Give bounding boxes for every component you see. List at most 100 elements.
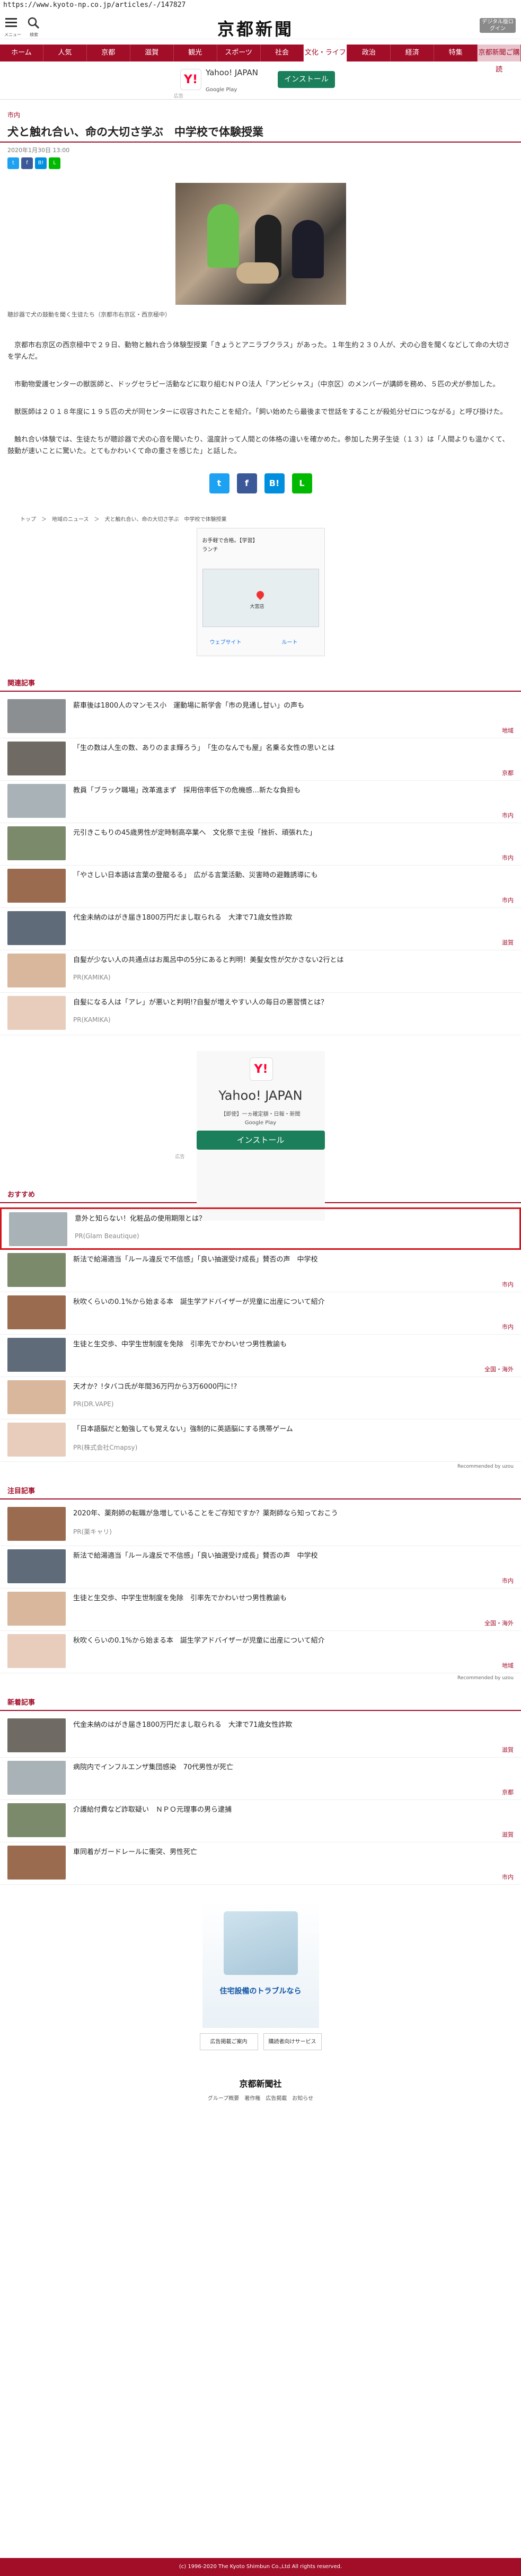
line-icon[interactable]: L <box>49 157 60 169</box>
item-title[interactable]: 自髪が少ない人の共通点はお風呂中の5分にあると判明！美髪女性が欠かさない2行とは <box>73 956 344 965</box>
thumbnail[interactable] <box>7 1423 66 1457</box>
category-label[interactable]: 市内 <box>502 1576 514 1585</box>
hatena-icon[interactable]: B! <box>35 157 47 169</box>
install-button[interactable]: インストール <box>196 1131 325 1150</box>
thumbnail[interactable] <box>7 1507 66 1541</box>
facebook-icon[interactable]: f <box>21 157 33 169</box>
category-label[interactable]: 地域 <box>502 1661 514 1670</box>
category-label[interactable]: 京都 <box>502 1788 514 1796</box>
subscriber-link[interactable]: 購読者向けサービス <box>263 2033 322 2050</box>
search-icon[interactable] <box>28 17 39 29</box>
thumbnail[interactable] <box>9 1212 67 1246</box>
list-item[interactable]: 自髪になる人は「アレ」が悪いと判明!?自髪が増えやすい人の毎日の悪習慣とは？ PR… <box>0 993 521 1035</box>
item-title[interactable]: 2020年、薬剤師の転職が急増していることをご存知ですか？薬剤師なら知っておこう <box>73 1509 338 1519</box>
category-label[interactable]: 市内 <box>502 1322 514 1331</box>
thumbnail[interactable] <box>7 1295 66 1329</box>
thumbnail[interactable] <box>7 1253 66 1287</box>
list-item[interactable]: 代金未納のはがき届き1800万円だまし取られる 大津で71歳女性詐欺滋賀 <box>0 1715 521 1758</box>
thumbnail[interactable] <box>7 784 66 818</box>
thumbnail[interactable] <box>7 869 66 903</box>
item-title[interactable]: 教員「ブラック職場」改革進まず 採用倍率低下の危機感…新たな負担も <box>73 786 301 796</box>
list-item[interactable]: 薪車後は1800人のマンモス小 運動場に新学舎「市の見通し甘い」の声も 地域 <box>0 696 521 738</box>
recommended-by[interactable]: Recommended by uzou <box>0 1462 521 1471</box>
nav-item[interactable]: 特集 <box>434 45 478 61</box>
thumbnail[interactable] <box>7 1634 66 1668</box>
thumbnail[interactable] <box>7 1338 66 1372</box>
item-title[interactable]: 意外と知らない！化粧品の使用期限とは？ <box>75 1214 206 1224</box>
nav-item[interactable]: 政治 <box>347 45 391 61</box>
list-item[interactable]: 生徒と生交歩、中学生世制度を免除 引率先でかわいせつ男性教諭も全国・海外 <box>0 1589 521 1631</box>
category-label[interactable]: 京都 <box>502 769 514 777</box>
item-title[interactable]: 介護給付費など詐取疑い ＮＰＯ元理事の男ら逮捕 <box>73 1805 232 1815</box>
list-item[interactable]: 教員「ブラック職場」改革進まず 採用倍率低下の危機感…新たな負担も市内 <box>0 781 521 823</box>
item-title[interactable]: 生徒と生交歩、中学生世制度を免除 引率先でかわいせつ男性教諭も <box>73 1340 287 1349</box>
nav-item[interactable]: 滋賀 <box>130 45 174 61</box>
address-bar[interactable]: https://www.kyoto-np.co.jp/articles/-/14… <box>0 0 521 12</box>
install-button[interactable]: インストール <box>278 71 335 88</box>
list-item[interactable]: 天才か？!タバコ氏が年間36万円から3万6000円に!? PR(DR.VAPE) <box>0 1377 521 1419</box>
digital-login-button[interactable]: デジタル版ログイン <box>480 18 516 33</box>
item-title[interactable]: 「やさしい日本語は言葉の登龍るる」 広がる言葉活動、災害時の避難誘導にも <box>73 871 318 880</box>
twitter-icon[interactable]: t <box>209 473 229 493</box>
top-ad[interactable]: Y! Yahoo! JAPAN Google Play インストール 広告 <box>0 61 521 100</box>
article-photo[interactable] <box>175 183 346 305</box>
recommended-by[interactable]: Recommended by uzou <box>0 1673 521 1683</box>
map-ad[interactable]: お手軽で合格。【学習】 ランチ 大宮店 ウェブサイト ルート <box>196 528 325 656</box>
list-item[interactable]: 介護給付費など詐取疑い ＮＰＯ元理事の男ら逮捕 滋賀 <box>0 1800 521 1842</box>
nav-item[interactable]: 人気 <box>43 45 87 61</box>
list-item[interactable]: 病院内でインフルエンザ集団感染 70代男性が死亡 京都 <box>0 1758 521 1800</box>
hatena-icon[interactable]: B! <box>264 473 285 493</box>
list-item[interactable]: 生徒と生交歩、中学生世制度を免除 引率先でかわいせつ男性教諭も全国・海外 <box>0 1335 521 1377</box>
list-item[interactable]: 意外と知らない！化粧品の使用期限とは？ PR(Glam Beautique) <box>0 1207 521 1250</box>
category-label[interactable]: 市内 <box>502 896 514 904</box>
item-title[interactable]: 元引きこもりの45歳男性が定時制高卒業へ 文化祭で主役「挫折、頑張れた」 <box>73 828 316 838</box>
menu-icon[interactable] <box>5 16 20 34</box>
thumbnail[interactable] <box>7 826 66 860</box>
nav-item[interactable]: 観光 <box>174 45 217 61</box>
list-item[interactable]: 新法で給湯適当「ルール違反で不信感」「良い抽選受け成長」賛否の声 中学校市内 <box>0 1250 521 1292</box>
thumbnail[interactable] <box>7 1549 66 1583</box>
list-item[interactable]: 車同着がガードレールに衝突、男性死亡 市内 <box>0 1842 521 1885</box>
item-title[interactable]: 新法で給湯適当「ルール違反で不信感」「良い抽選受け成長」賛否の声 中学校 <box>73 1255 318 1265</box>
list-item[interactable]: 新法で給湯適当「ルール違反で不信感」「良い抽選受け成長」賛否の声 中学校市内 <box>0 1546 521 1589</box>
thumbnail[interactable] <box>7 1846 66 1880</box>
housing-ad[interactable]: 住宅設備のトラブルなら <box>202 1901 319 2028</box>
list-item[interactable]: 「日本語脳だと勉強しても覚えない」強制的に英語脳にする携帯ゲーム PR(株式会社C… <box>0 1419 521 1462</box>
thumbnail[interactable] <box>7 911 66 945</box>
list-item[interactable]: 自髪が少ない人の共通点はお風呂中の5分にあると判明！美髪女性が欠かさない2行とは… <box>0 950 521 993</box>
nav-item[interactable]: 文化・ライフ <box>304 45 348 61</box>
website-link[interactable]: ウェブサイト <box>210 638 242 646</box>
thumbnail[interactable] <box>7 954 66 987</box>
category-label[interactable]: 全国・海外 <box>484 1365 514 1373</box>
nav-item[interactable]: 京都 <box>87 45 130 61</box>
thumbnail[interactable] <box>7 1803 66 1837</box>
thumbnail[interactable] <box>7 1380 66 1414</box>
list-item[interactable]: 秋吹くらいの0.1%から始まる本 誕生学アドバイザーが児童に出産について紹介市内 <box>0 1292 521 1335</box>
item-title[interactable]: 自髪になる人は「アレ」が悪いと判明!?自髪が増えやすい人の毎日の悪習慣とは？ <box>73 998 328 1008</box>
breadcrumb[interactable]: トップ ＞ 地域のニュース ＞ 犬と触れ合い、命の大切さ学ぶ 中学校で体験授業 <box>0 515 521 523</box>
item-title[interactable]: 秋吹くらいの0.1%から始まる本 誕生学アドバイザーが児童に出産について紹介 <box>73 1298 325 1307</box>
nav-item[interactable]: 社会 <box>261 45 304 61</box>
category-label[interactable]: 市内 <box>502 811 514 819</box>
category-label[interactable]: 全国・海外 <box>484 1619 514 1627</box>
item-title[interactable]: 代金未納のはがき届き1800万円だまし取られる 大津で71歳女性詐欺 <box>73 1721 292 1730</box>
yahoo-ad[interactable]: Y! Yahoo! JAPAN 【即使】一ヵ確定額・日報・新聞 Google P… <box>175 1051 325 1221</box>
item-title[interactable]: 薪車後は1800人のマンモス小 運動場に新学舎「市の見通し甘い」の声も <box>73 701 304 711</box>
item-title[interactable]: 代金未納のはがき届き1800万円だまし取られる 大津で71歳女性詐欺 <box>73 913 292 923</box>
item-title[interactable]: 「日本語脳だと勉強しても覚えない」強制的に英語脳にする携帯ゲーム <box>73 1425 293 1434</box>
line-icon[interactable]: L <box>292 473 312 493</box>
twitter-icon[interactable]: t <box>7 157 19 169</box>
list-item[interactable]: 元引きこもりの45歳男性が定時制高卒業へ 文化祭で主役「挫折、頑張れた」 市内 <box>0 823 521 866</box>
list-item[interactable]: 「やさしい日本語は言葉の登龍るる」 広がる言葉活動、災害時の避難誘導にも市内 <box>0 866 521 908</box>
nav-item[interactable]: 経済 <box>391 45 435 61</box>
nav-item[interactable]: スポーツ <box>217 45 261 61</box>
ad-info-link[interactable]: 広告掲載ご案内 <box>199 2033 258 2050</box>
thumbnail[interactable] <box>7 742 66 775</box>
item-title[interactable]: 生徒と生交歩、中学生世制度を免除 引率先でかわいせつ男性教諭も <box>73 1594 287 1603</box>
category-label[interactable]: 市内 <box>502 1280 514 1289</box>
nav-item[interactable]: 京都新聞ご購読 <box>478 45 521 74</box>
footer-links[interactable]: グループ概要 著作権 広告掲載 お知らせ <box>0 2089 521 2106</box>
list-item[interactable]: 「生の数は人生の数、ありのまま輝ろう」 「生のなんでも屋」名乗る女性の思いとは京… <box>0 738 521 781</box>
category-label[interactable]: 滋賀 <box>502 1745 514 1754</box>
item-title[interactable]: 新法で給湯適当「ルール違反で不信感」「良い抽選受け成長」賛否の声 中学校 <box>73 1551 318 1561</box>
